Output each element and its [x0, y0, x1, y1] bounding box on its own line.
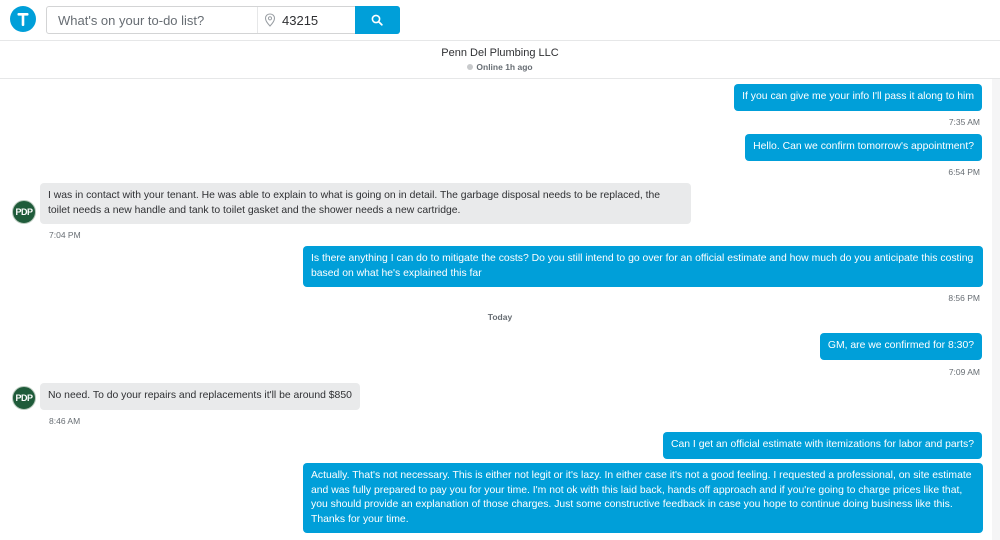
message-timestamp: 8:56 PM	[948, 293, 980, 303]
search-bar	[46, 6, 400, 34]
map-pin-icon	[264, 13, 276, 27]
day-separator: Today	[487, 312, 513, 322]
outgoing-message: Actually. That's not necessary. This is …	[303, 463, 983, 533]
outgoing-message: Can I get an official estimate with item…	[662, 432, 982, 459]
message-timestamp: 8:46 AM	[49, 416, 81, 426]
incoming-message: I was in contact with your tenant. He wa…	[40, 183, 691, 224]
conversation-header: Penn Del Plumbing LLC Online 1h ago	[0, 41, 1000, 79]
message-timestamp: 6:54 PM	[948, 167, 980, 177]
message-timestamp: 7:04 PM	[49, 230, 81, 240]
incoming-message: No need. To do your repairs and replacem…	[40, 383, 360, 410]
outgoing-message: Hello. Can we confirm tomorrow's appoint…	[745, 134, 982, 161]
outgoing-message: If you can give me your info I'll pass i…	[734, 84, 982, 111]
message-timestamp: 7:35 AM	[948, 117, 980, 127]
zip-code-input[interactable]	[279, 7, 354, 33]
avatar-initials: PDP	[15, 393, 33, 403]
online-status-text: Online 1h ago	[476, 62, 533, 72]
message-timestamp: 7:09 AM	[948, 367, 980, 377]
outgoing-message: GM, are we confirmed for 8:30?	[819, 333, 982, 360]
thumbtack-logo-icon[interactable]	[10, 6, 36, 32]
avatar-initials: PDP	[15, 207, 33, 217]
todo-search-input[interactable]	[47, 7, 257, 33]
search-icon	[371, 14, 383, 26]
status-dot-icon	[467, 64, 474, 70]
avatar[interactable]: PDP	[12, 386, 36, 410]
thread-scrollbar[interactable]	[992, 79, 1000, 540]
top-navigation-bar	[0, 0, 1000, 41]
business-name[interactable]: Penn Del Plumbing LLC	[0, 47, 1000, 59]
avatar[interactable]: PDP	[12, 200, 36, 224]
outgoing-message: Is there anything I can do to mitigate t…	[303, 246, 983, 287]
message-thread[interactable]: If you can give me your info I'll pass i…	[0, 79, 1000, 540]
online-status: Online 1h ago	[0, 62, 1000, 72]
search-button[interactable]	[355, 6, 400, 34]
search-divider	[257, 7, 258, 33]
